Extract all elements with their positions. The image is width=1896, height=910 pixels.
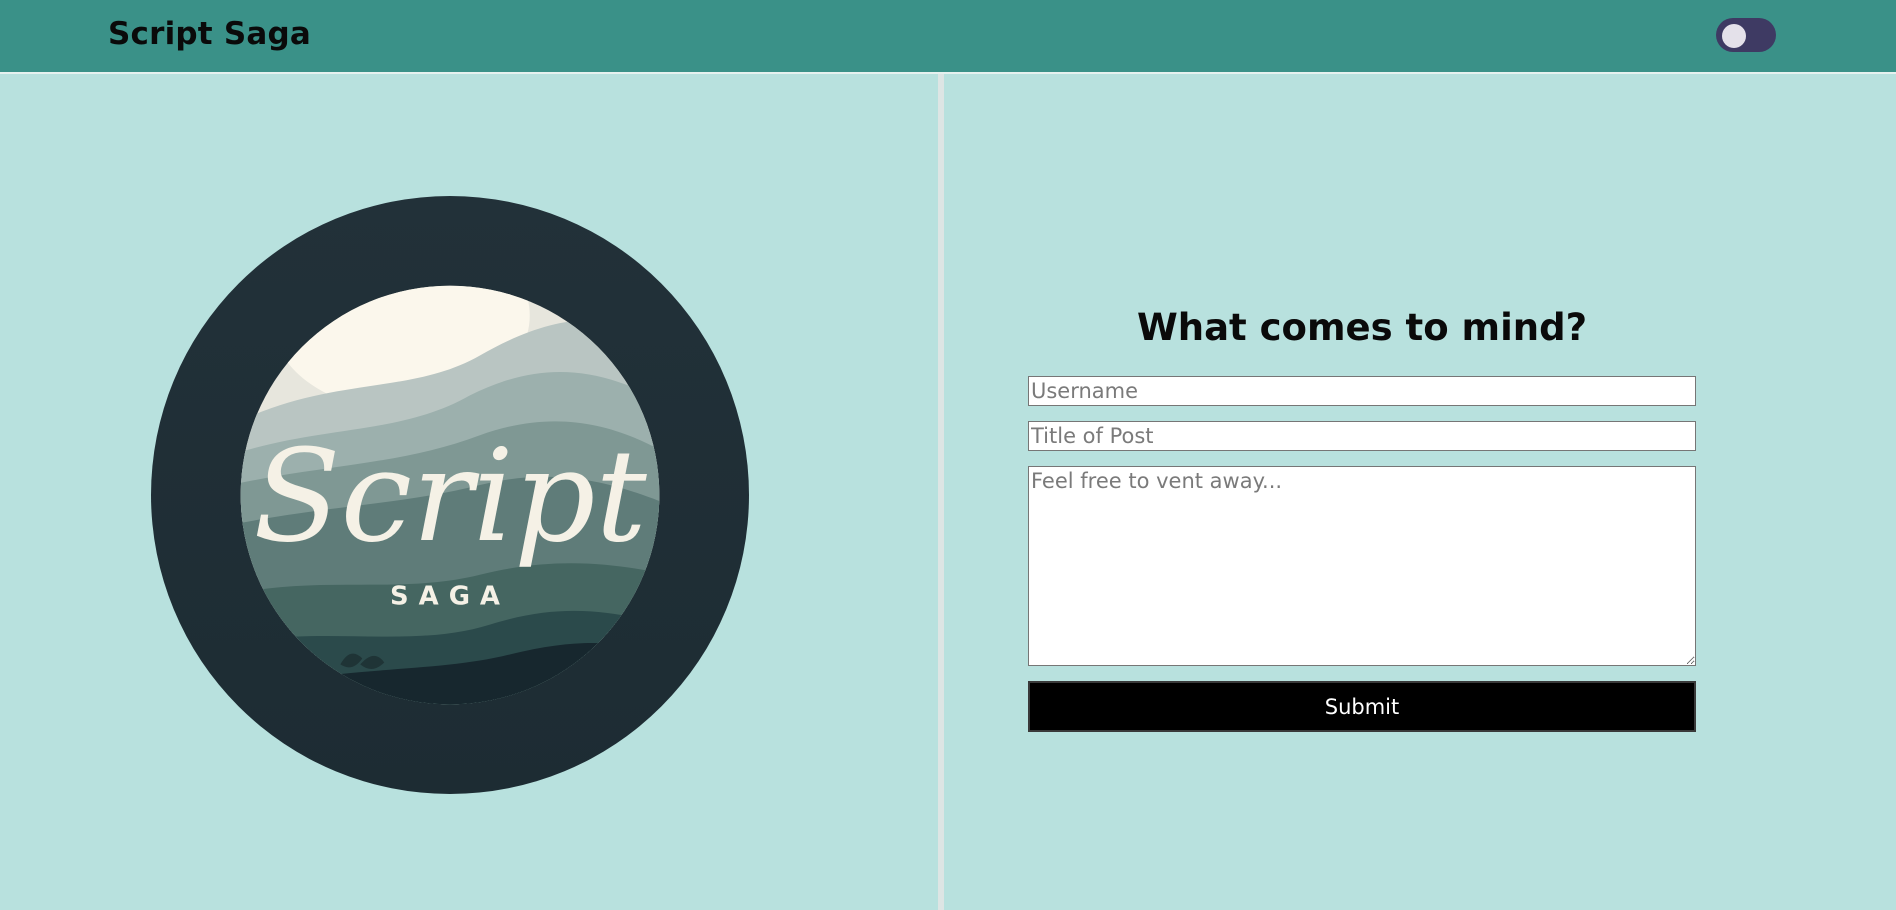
- logo-tagline: SAGA: [390, 582, 510, 612]
- post-title-input[interactable]: [1028, 421, 1696, 451]
- site-title[interactable]: Script Saga: [108, 16, 311, 52]
- submit-button[interactable]: Submit: [1028, 681, 1696, 732]
- script-saga-logo: Script SAGA: [151, 196, 749, 794]
- logo-wordmark: Script: [253, 423, 647, 571]
- username-input[interactable]: [1028, 376, 1696, 406]
- top-navbar: Script Saga: [0, 0, 1896, 74]
- toggle-knob: [1722, 24, 1746, 48]
- theme-toggle-switch[interactable]: [1716, 18, 1776, 52]
- form-heading: What comes to mind?: [1136, 306, 1588, 349]
- post-body-textarea[interactable]: [1028, 466, 1696, 666]
